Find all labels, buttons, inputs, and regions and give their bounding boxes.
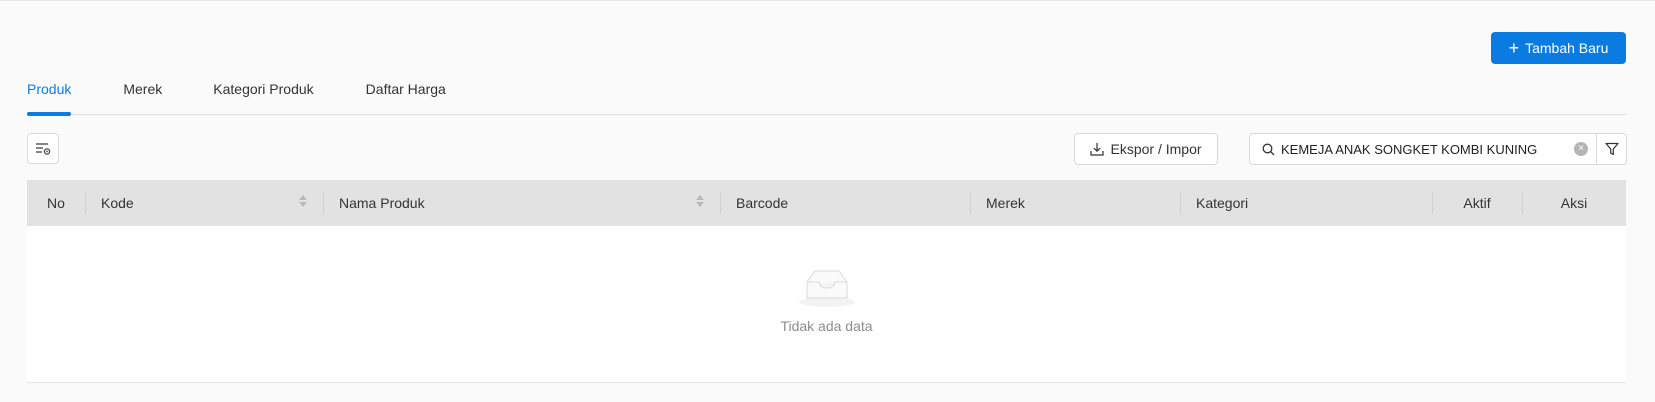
search-input[interactable]: [1281, 141, 1568, 157]
tab-kategori-produk[interactable]: Kategori Produk: [213, 73, 313, 115]
column-header-nama-produk[interactable]: Nama Produk: [323, 180, 720, 226]
export-import-button[interactable]: Ekspor / Impor: [1074, 133, 1218, 165]
sort-icon[interactable]: [696, 195, 704, 207]
column-label: No: [47, 195, 65, 211]
download-icon: [1090, 143, 1105, 156]
search-box: ×: [1249, 133, 1597, 165]
tab-bar: Produk Merek Kategori Produk Daftar Harg…: [27, 73, 1626, 116]
empty-state: Tidak ada data: [27, 226, 1626, 383]
column-label: Nama Produk: [339, 195, 425, 211]
export-import-label: Ekspor / Impor: [1110, 141, 1202, 157]
column-header-no: No: [27, 180, 85, 226]
column-header-merek: Merek: [970, 180, 1180, 226]
table-header: No Kode Nama Produk Barcode Merek Katego…: [27, 180, 1626, 226]
search-icon: [1262, 143, 1275, 155]
filter-button[interactable]: [1596, 133, 1627, 165]
column-settings-button[interactable]: [27, 133, 59, 164]
product-table: No Kode Nama Produk Barcode Merek Katego…: [27, 180, 1626, 383]
column-label: Kode: [101, 195, 134, 211]
clear-icon[interactable]: ×: [1574, 142, 1588, 156]
column-header-kode[interactable]: Kode: [85, 180, 323, 226]
tab-produk[interactable]: Produk: [27, 73, 72, 116]
column-header-aktif: Aktif: [1432, 180, 1522, 226]
column-label: Aktif: [1463, 195, 1491, 211]
page: + Tambah Baru Produk Merek Kategori Prod…: [0, 0, 1655, 402]
tab-daftar-harga[interactable]: Daftar Harga: [366, 73, 446, 115]
tab-merek[interactable]: Merek: [123, 73, 162, 115]
column-header-barcode: Barcode: [720, 180, 970, 226]
column-header-kategori: Kategori: [1180, 180, 1432, 226]
add-new-button[interactable]: + Tambah Baru: [1491, 32, 1626, 64]
column-settings-icon: [36, 142, 51, 155]
sort-icon[interactable]: [299, 195, 307, 207]
column-label: Kategori: [1196, 195, 1249, 211]
column-label: Barcode: [736, 195, 789, 211]
empty-state-text: Tidak ada data: [780, 318, 873, 334]
column-label: Merek: [986, 195, 1025, 211]
plus-icon: +: [1508, 38, 1520, 58]
add-new-label: Tambah Baru: [1525, 40, 1609, 56]
column-header-aksi: Aksi: [1522, 180, 1626, 226]
filter-icon: [1604, 142, 1619, 156]
column-label: Aksi: [1560, 195, 1588, 211]
empty-inbox-icon: [798, 270, 855, 307]
